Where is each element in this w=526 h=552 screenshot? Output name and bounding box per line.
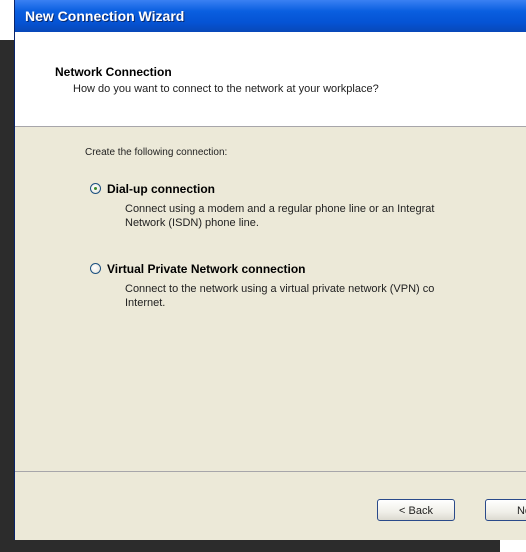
title-bar[interactable]: New Connection Wizard bbox=[15, 0, 526, 32]
vpn-radio[interactable] bbox=[90, 263, 101, 274]
next-button[interactable]: Ne bbox=[485, 499, 526, 521]
page-title: Network Connection bbox=[55, 65, 172, 79]
wizard-footer: < Back Ne bbox=[15, 471, 526, 540]
intro-text: Create the following connection: bbox=[85, 147, 228, 158]
wizard-body: Create the following connection: Dial-up… bbox=[15, 127, 526, 472]
vpn-description-line: Connect to the network using a virtual p… bbox=[125, 283, 435, 295]
wizard-window: New Connection Wizard Network Connection… bbox=[14, 0, 526, 540]
dialup-radio[interactable] bbox=[90, 183, 101, 194]
back-button[interactable]: < Back bbox=[377, 499, 455, 521]
vpn-description-line: Internet. bbox=[125, 297, 166, 309]
dialup-description-line: Network (ISDN) phone line. bbox=[125, 217, 259, 229]
wizard-header: Network Connection How do you want to co… bbox=[15, 32, 526, 127]
window-title: New Connection Wizard bbox=[25, 8, 185, 24]
dialup-description-line: Connect using a modem and a regular phon… bbox=[125, 203, 435, 215]
dialup-label[interactable]: Dial-up connection bbox=[107, 182, 215, 196]
dialup-description: Connect using a modem and a regular phon… bbox=[125, 202, 434, 230]
vpn-description: Connect to the network using a virtual p… bbox=[125, 282, 434, 310]
vpn-label[interactable]: Virtual Private Network connection bbox=[107, 262, 306, 276]
page-subtitle: How do you want to connect to the networ… bbox=[73, 83, 379, 95]
